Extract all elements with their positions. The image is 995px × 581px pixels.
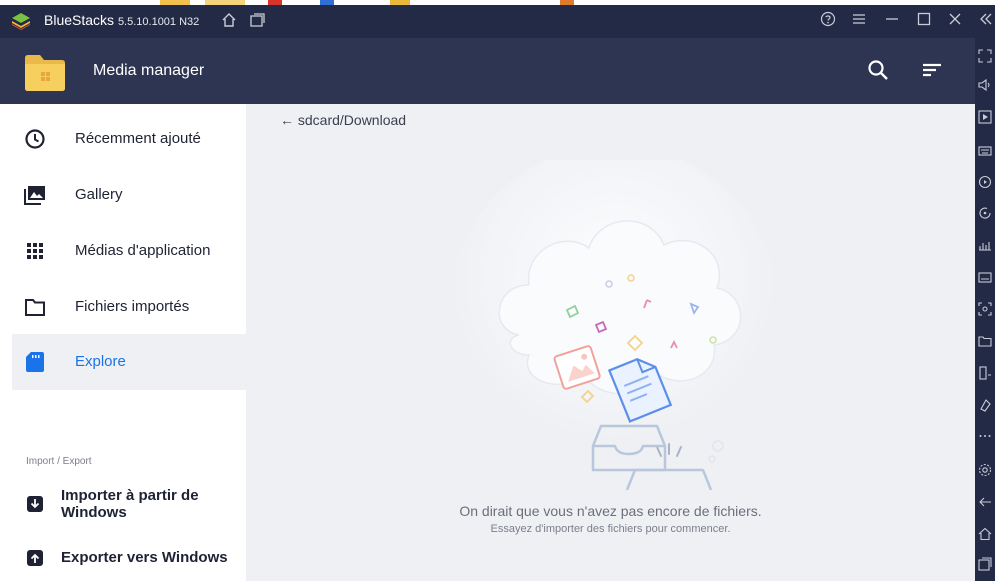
sidebar-item-label: Gallery xyxy=(75,186,123,203)
right-toolbar xyxy=(975,38,995,581)
breadcrumb[interactable]: ← sdcard/Download xyxy=(280,112,406,128)
more-icon[interactable] xyxy=(978,429,992,443)
sidebar-item-label: Fichiers importés xyxy=(75,298,190,315)
file-browser: ← sdcard/Download On dirait que vous n'a… xyxy=(246,104,975,581)
macro-icon[interactable] xyxy=(978,175,992,189)
grid-icon xyxy=(27,243,43,259)
import-from-windows-button[interactable]: Importer à partir de Windows xyxy=(12,484,246,524)
maximize-icon[interactable] xyxy=(916,11,932,27)
erase-icon[interactable] xyxy=(978,398,992,412)
inbox-tray-icon xyxy=(591,424,667,472)
minimize-icon[interactable] xyxy=(884,11,900,27)
empty-state-title: On dirait que vous n'avez pas encore de … xyxy=(459,503,762,519)
app-header: Media manager xyxy=(0,38,975,104)
sdcard-icon xyxy=(26,352,44,372)
bluestacks-logo-icon xyxy=(12,13,30,30)
folder-outline-icon xyxy=(25,299,45,316)
home-icon[interactable] xyxy=(221,12,237,28)
empty-state-subtitle: Essayez d'importer des fichiers pour com… xyxy=(490,523,731,535)
clock-icon xyxy=(25,129,45,149)
import-icon xyxy=(27,496,43,512)
back-icon[interactable] xyxy=(978,495,992,509)
search-icon[interactable] xyxy=(866,58,890,82)
collapse-sidebar-icon[interactable] xyxy=(978,11,994,27)
taskbar-preview-strip xyxy=(0,0,995,5)
media-icon[interactable] xyxy=(978,110,992,124)
section-label: Import / Export xyxy=(26,456,92,467)
gallery-icon xyxy=(24,186,45,205)
menu-icon[interactable] xyxy=(851,11,867,27)
multi-instance-icon[interactable] xyxy=(249,12,265,28)
export-label: Exporter vers Windows xyxy=(61,549,228,566)
sidebar-nav: Récemment ajouté Gallery Médias d'applic… xyxy=(0,104,246,581)
sidebar-item-imported-files[interactable]: Fichiers importés xyxy=(12,279,246,335)
settings-icon[interactable] xyxy=(978,463,992,477)
app-version: 5.5.10.1001 N32 xyxy=(117,16,200,28)
sidebar-item-label: Récemment ajouté xyxy=(75,130,201,147)
volume-icon[interactable] xyxy=(978,78,992,92)
window-title: BlueStacks 5.5.10.1001 N32 xyxy=(44,12,199,28)
sidebar-item-recent[interactable]: Récemment ajouté xyxy=(12,111,246,167)
sort-icon[interactable] xyxy=(921,60,943,80)
import-label: Importer à partir de Windows xyxy=(61,487,199,521)
rotate-icon[interactable] xyxy=(978,206,992,220)
app-title: Media manager xyxy=(93,62,205,79)
sidebar-item-label: Médias d'application xyxy=(75,242,211,259)
sidebar-item-label: Explore xyxy=(75,353,126,370)
export-icon xyxy=(27,550,43,566)
recent-apps-icon[interactable] xyxy=(978,557,992,571)
app-name: BlueStacks xyxy=(44,12,115,28)
window-titlebar: BlueStacks 5.5.10.1001 N32 xyxy=(0,0,995,38)
help-icon[interactable] xyxy=(820,11,836,27)
folder-icon xyxy=(25,55,65,91)
fullscreen-icon[interactable] xyxy=(978,49,992,63)
sidebar-item-gallery[interactable]: Gallery xyxy=(12,167,246,223)
home-icon[interactable] xyxy=(978,527,992,541)
sidebar-item-app-media[interactable]: Médias d'application xyxy=(12,223,246,279)
close-icon[interactable] xyxy=(947,11,963,27)
multi-instance-icon[interactable] xyxy=(978,366,992,380)
performance-icon[interactable] xyxy=(978,238,992,252)
folder-icon[interactable] xyxy=(978,334,992,348)
apk-icon[interactable] xyxy=(978,270,992,284)
screenshot-icon[interactable] xyxy=(978,302,992,316)
keyboard-icon[interactable] xyxy=(978,143,992,157)
sidebar-item-explore[interactable]: Explore xyxy=(12,334,246,390)
export-to-windows-button[interactable]: Exporter vers Windows xyxy=(12,542,246,572)
